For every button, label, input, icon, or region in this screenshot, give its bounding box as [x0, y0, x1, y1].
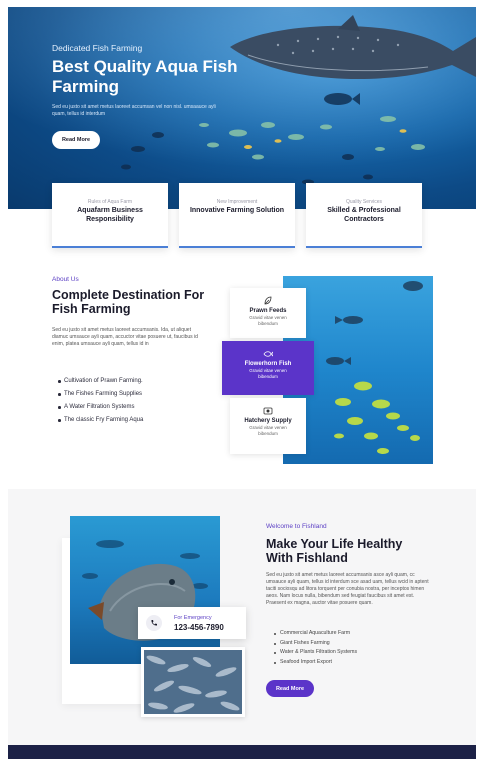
fish-icon: [263, 351, 273, 357]
about-list: Cultivation of Prawn Farming. The Fishes…: [58, 375, 143, 427]
feature-card-innovative[interactable]: New Improvement Innovative Farming Solut…: [179, 183, 295, 248]
feature-card-subtitle: Quality Services: [345, 199, 383, 205]
fish-market-photo: [141, 647, 245, 717]
welcome-read-more-button[interactable]: Read More: [266, 680, 314, 697]
service-desc: Gravid vitae venen bibendum: [249, 425, 287, 436]
list-item: Seafood Import Export: [274, 658, 357, 668]
hero-text: Sed eu justo sit amet metus laoreet accu…: [52, 104, 216, 117]
emergency-phone[interactable]: 123-456-7890: [174, 623, 224, 632]
leaf-icon: [264, 296, 272, 305]
welcome-eyebrow: Welcome to Fishland: [266, 523, 327, 530]
list-item: The classic Fry Farming Aqua: [58, 414, 143, 427]
feature-card-subtitle: Rules of Aqua Farm: [87, 199, 133, 205]
welcome-list: Commercial Aquaculture Farm Giant Fishes…: [274, 629, 357, 667]
welcome-title: Make Your Life Healthy With Fishland: [266, 537, 403, 565]
grouper-fish-photo: [70, 516, 220, 664]
list-item: Water & Plants Filtration Systems: [274, 648, 357, 658]
welcome-text: Sed eu justo sit amet metus laoreet accu…: [266, 572, 429, 606]
list-item: Commercial Aquaculture Farm: [274, 629, 357, 639]
footer-bar: [8, 745, 476, 759]
list-item: Giant Fishes Farming: [274, 639, 357, 649]
phone-icon: [146, 615, 162, 631]
feature-card-title: Aquafarm Business Responsibility: [77, 207, 143, 223]
page: Dedicated Fish Farming Best Quality Aqua…: [8, 7, 476, 759]
feature-card-title: Skilled & Professional Contractors: [327, 207, 401, 223]
feature-card-subtitle: New Improvement: [216, 199, 258, 205]
service-card-hatchery[interactable]: Hatchery Supply Gravid vitae venen biben…: [230, 398, 306, 454]
list-item: The Fishes Farming Supplies: [58, 388, 143, 401]
hero-section: Dedicated Fish Farming Best Quality Aqua…: [8, 7, 476, 209]
emergency-label: For Emergency: [174, 615, 212, 621]
hero-eyebrow: Dedicated Fish Farming: [52, 43, 143, 53]
feature-card-responsibility[interactable]: Rules of Aqua Farm Aquafarm Business Res…: [52, 183, 168, 248]
service-desc: Gravid vitae venen bibendum: [249, 368, 287, 379]
emergency-contact-card[interactable]: For Emergency 123-456-7890: [138, 607, 246, 639]
hero-title: Best Quality Aqua Fish Farming: [52, 57, 238, 96]
service-title: Flowerhorn Fish: [244, 361, 292, 367]
list-item: A Water Filtration Systems: [58, 401, 143, 414]
about-eyebrow: About Us: [52, 276, 79, 283]
hatchery-icon: [263, 407, 273, 415]
service-desc: Gravid vitae venen bibendum: [249, 315, 287, 326]
feature-card-contractors[interactable]: Quality Services Skilled & Professional …: [306, 183, 422, 248]
service-card-prawn-feeds[interactable]: Prawn Feeds Gravid vitae venen bibendum: [230, 288, 306, 338]
list-item: Cultivation of Prawn Farming.: [58, 375, 143, 388]
service-card-flowerhorn[interactable]: Flowerhorn Fish Gravid vitae venen biben…: [222, 341, 314, 395]
feature-card-title: Innovative Farming Solution: [189, 207, 285, 214]
service-title: Prawn Feeds: [249, 308, 287, 314]
service-title: Hatchery Supply: [244, 418, 292, 424]
about-text: Sed eu justo sit amet metus laoreet accu…: [52, 327, 198, 347]
about-title: Complete Destination For Fish Farming: [52, 288, 205, 316]
hero-read-more-button[interactable]: Read More: [52, 131, 100, 149]
